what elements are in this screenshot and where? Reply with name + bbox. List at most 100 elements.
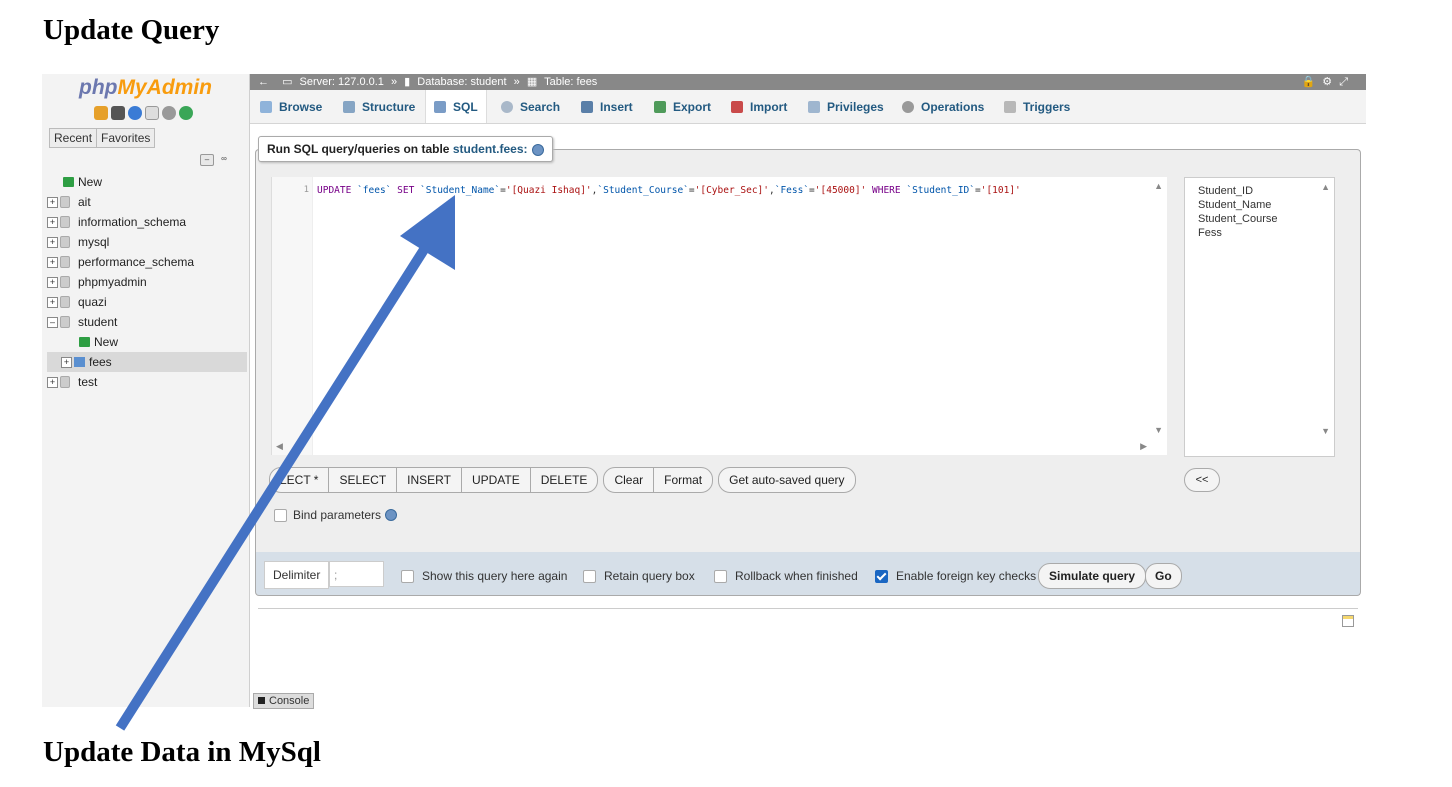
simulate-query-button[interactable]: Simulate query xyxy=(1038,563,1147,589)
tree-item-phpmyadmin[interactable]: + phpmyadmin xyxy=(47,272,247,292)
tree-item-ait[interactable]: + ait xyxy=(47,192,247,212)
console-icon xyxy=(258,697,265,704)
sql-code[interactable]: UPDATE `fees` SET `Student_Name`='[Quazi… xyxy=(317,185,1021,196)
expand-icon[interactable]: + xyxy=(47,236,58,248)
show-query-again-option[interactable]: Show this query here again xyxy=(401,569,567,583)
link-icon[interactable]: ∞ xyxy=(218,154,230,164)
option-label: Rollback when finished xyxy=(735,569,858,583)
retain-query-box-option[interactable]: Retain query box xyxy=(583,569,695,583)
expand-icon[interactable]: + xyxy=(47,376,58,388)
gear-icon[interactable]: ⚙ xyxy=(1322,76,1332,88)
tree-item-test[interactable]: + test xyxy=(47,372,247,392)
select-button[interactable]: SELECT xyxy=(328,467,398,493)
tab-browse[interactable]: Browse xyxy=(260,90,322,123)
breadcrumb-database[interactable]: Database: student xyxy=(417,76,506,88)
lock-icon[interactable]: 🔒 xyxy=(1301,76,1315,88)
foreign-key-checks-option[interactable]: Enable foreign key checks xyxy=(875,569,1036,583)
table-icon xyxy=(74,357,85,367)
show-query-again-checkbox[interactable] xyxy=(401,569,414,583)
logo-text-php: php xyxy=(79,76,118,99)
tree-item-student-new[interactable]: New xyxy=(47,332,247,352)
foreign-key-checks-checkbox[interactable] xyxy=(875,569,888,583)
tab-privileges[interactable]: Privileges xyxy=(808,90,884,123)
tab-export[interactable]: Export xyxy=(654,90,711,123)
tab-operations[interactable]: Operations xyxy=(902,90,984,123)
tab-search[interactable]: Search xyxy=(501,90,560,123)
scroll-right-icon[interactable]: ▶ xyxy=(1140,441,1147,452)
maximize-icon[interactable]: ⤢ xyxy=(1339,76,1348,88)
help-icon[interactable] xyxy=(128,106,142,120)
home-icon[interactable] xyxy=(94,106,108,120)
breadcrumb-server[interactable]: Server: 127.0.0.1 xyxy=(300,76,384,88)
clear-button[interactable]: Clear xyxy=(603,467,655,493)
help-icon[interactable] xyxy=(531,143,544,156)
scroll-down-icon[interactable]: ▼ xyxy=(1321,426,1330,436)
tree-item-new[interactable]: New xyxy=(47,172,247,192)
bind-parameters-checkbox[interactable] xyxy=(274,508,287,522)
scroll-up-icon[interactable]: ▲ xyxy=(1154,181,1163,191)
tab-label: Import xyxy=(750,99,788,114)
tab-favorites[interactable]: Favorites xyxy=(96,128,156,148)
column-item[interactable]: Student_ID xyxy=(1185,184,1334,198)
database-icon xyxy=(60,216,70,228)
nav-icon-bar xyxy=(94,106,193,122)
tree-item-mysql[interactable]: + mysql xyxy=(47,232,247,252)
database-icon: ▮ xyxy=(404,76,411,88)
collapse-all-icon[interactable]: – xyxy=(200,154,214,166)
insert-button[interactable]: INSERT xyxy=(396,467,462,493)
sql-string: '[Cyber_Sec]' xyxy=(694,185,769,196)
tree-item-performance-schema[interactable]: + performance_schema xyxy=(47,252,247,272)
phpmyadmin-logo[interactable]: phpMyAdmin xyxy=(42,76,249,100)
delete-button[interactable]: DELETE xyxy=(529,467,599,493)
expand-icon[interactable]: + xyxy=(47,196,58,208)
tab-structure[interactable]: Structure xyxy=(343,90,415,123)
scroll-up-icon[interactable]: ▲ xyxy=(1321,182,1330,192)
tab-recent[interactable]: Recent xyxy=(49,128,98,148)
expand-icon[interactable]: + xyxy=(47,276,58,288)
collapse-nav-icon[interactable]: ← xyxy=(258,76,269,88)
docs-icon[interactable] xyxy=(145,106,159,120)
tab-triggers[interactable]: Triggers xyxy=(1004,90,1070,123)
sql-editor[interactable]: 1 UPDATE `fees` SET `Student_Name`='[Qua… xyxy=(271,177,1167,455)
legend-table-link[interactable]: student.fees: xyxy=(453,142,528,156)
logout-icon[interactable] xyxy=(111,106,125,120)
breadcrumb-table[interactable]: Table: fees xyxy=(544,76,597,88)
notepad-icon[interactable] xyxy=(1342,615,1354,627)
retain-query-box-checkbox[interactable] xyxy=(583,569,596,583)
column-item[interactable]: Student_Course xyxy=(1185,212,1334,226)
update-button[interactable]: UPDATE xyxy=(460,467,531,493)
expand-icon[interactable]: + xyxy=(61,356,72,368)
format-button[interactable]: Format xyxy=(653,467,714,493)
settings-icon[interactable] xyxy=(162,106,176,120)
scroll-left-icon[interactable]: ◀ xyxy=(276,441,283,452)
collapse-icon[interactable]: – xyxy=(47,316,58,328)
expand-icon[interactable]: + xyxy=(47,256,58,268)
sql-string: '[45000]' xyxy=(814,185,867,196)
nav-tabs: Recent Favorites xyxy=(49,128,156,148)
console-tab[interactable]: Console xyxy=(253,693,315,709)
rollback-option[interactable]: Rollback when finished xyxy=(714,569,858,583)
tree-item-student[interactable]: – student xyxy=(47,312,247,332)
tab-insert[interactable]: Insert xyxy=(581,90,633,123)
sql-keyword: WHERE xyxy=(872,185,901,196)
tree-item-quazi[interactable]: + quazi xyxy=(47,292,247,312)
tree-item-information-schema[interactable]: + information_schema xyxy=(47,212,247,232)
tab-sql[interactable]: SQL xyxy=(425,90,487,123)
expand-icon[interactable]: + xyxy=(47,296,58,308)
scroll-down-icon[interactable]: ▼ xyxy=(1154,425,1163,435)
go-button[interactable]: Go xyxy=(1145,563,1182,589)
collapse-columns-button[interactable]: << xyxy=(1184,468,1220,492)
sql-identifier: `fees` xyxy=(357,185,392,196)
column-item[interactable]: Fess xyxy=(1185,226,1334,240)
reload-icon[interactable] xyxy=(179,106,193,120)
tree-item-fees[interactable]: + fees xyxy=(47,352,247,372)
rollback-checkbox[interactable] xyxy=(714,569,727,583)
bind-parameters-option[interactable]: Bind parameters xyxy=(274,508,398,522)
column-item[interactable]: Student_Name xyxy=(1185,198,1334,212)
select-all-button[interactable]: LECT * xyxy=(269,467,330,493)
tab-import[interactable]: Import xyxy=(731,90,787,123)
delimiter-input[interactable]: ; xyxy=(329,561,384,587)
expand-icon[interactable]: + xyxy=(47,216,58,228)
get-auto-saved-query-button[interactable]: Get auto-saved query xyxy=(718,467,856,493)
help-icon[interactable] xyxy=(385,509,398,521)
